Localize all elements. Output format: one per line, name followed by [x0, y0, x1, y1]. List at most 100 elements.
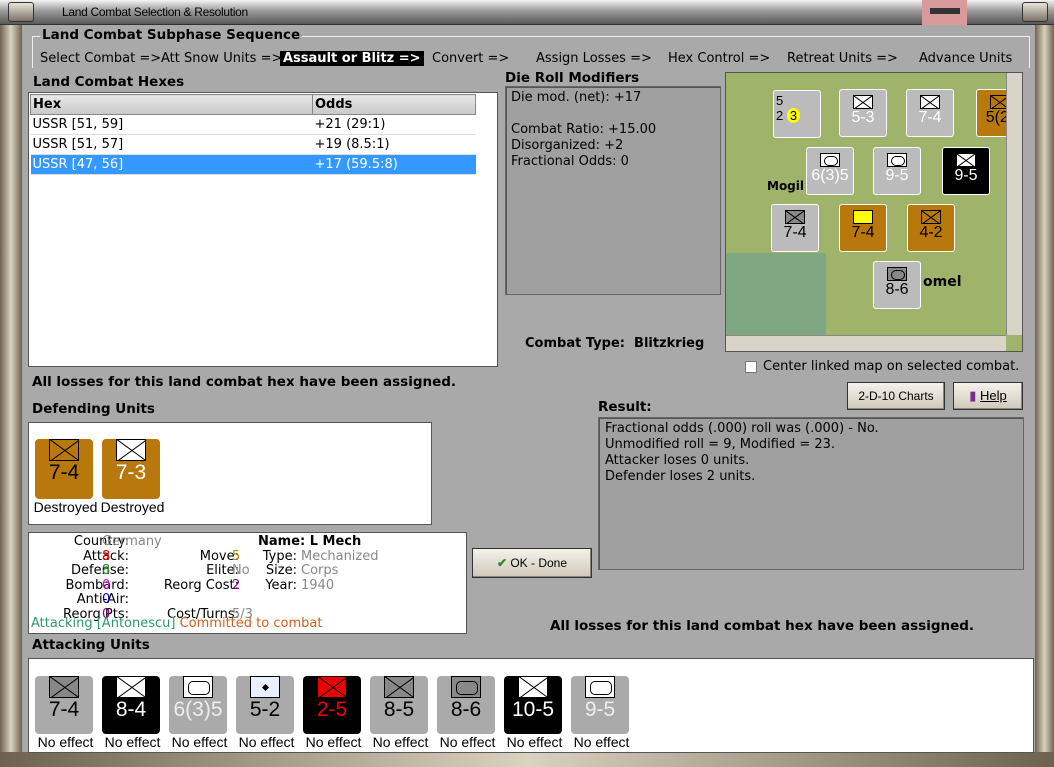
armor-icon: [887, 267, 907, 281]
table-row[interactable]: USSR [51, 59] +21 (29:1): [30, 114, 476, 135]
unit-status-line: Attacking [Antonescu] Committed to comba…: [31, 616, 323, 632]
step-select-combat: Select Combat =>: [40, 51, 162, 66]
map-counter[interactable]: 6(3)5: [806, 147, 854, 195]
unit-value: 7-4: [48, 698, 80, 721]
hexes-table: Hex Odds USSR [51, 59] +21 (29:1) USSR [51…: [30, 94, 476, 175]
infantry-icon: [49, 439, 79, 461]
combat-type-label: Combat Type:: [525, 336, 625, 351]
map-hscrollbar[interactable]: [726, 335, 1006, 351]
col-hex[interactable]: Hex: [30, 94, 313, 115]
combat-type-value: Blitzkrieg: [634, 336, 705, 351]
air-bottom: 2: [776, 108, 784, 123]
attacking-unit[interactable]: 8-6 No effect: [434, 668, 501, 750]
attacking-unit[interactable]: 7-4 No effect: [32, 668, 99, 750]
result-box: Fractional odds (.000) roll was (.000) -…: [598, 417, 1024, 570]
hex-cell: USSR [47, 56]: [30, 154, 313, 175]
step-assign-losses: Assign Losses =>: [536, 51, 652, 66]
unit-counter: 8-5: [370, 676, 428, 734]
mod-line: Combat Ratio: +15.00: [511, 122, 657, 137]
map-counter-combat[interactable]: 7-4: [839, 204, 887, 252]
unit-type-icon: [451, 676, 481, 698]
step-retreat: Retreat Units =>: [787, 51, 898, 66]
label: Type:: [262, 548, 297, 564]
unit-counter: 8-4: [102, 676, 160, 734]
unit-type-icon: [518, 676, 548, 698]
step-advance: Advance Units: [919, 51, 1013, 66]
unit-value: 5-2: [249, 698, 281, 721]
combat-icon: [853, 210, 873, 224]
unit-value: 6(3)5: [173, 698, 223, 721]
attacking-unit[interactable]: 9-5 No effect: [568, 668, 635, 750]
mod-line: [511, 106, 715, 122]
map-counter[interactable]: 9-5: [942, 147, 990, 195]
map-counter[interactable]: 5-3: [839, 89, 887, 137]
info-mid-values: 5 No 2 5/3: [232, 549, 253, 623]
map-vscrollbar[interactable]: [1006, 73, 1022, 335]
close-button[interactable]: [1022, 2, 1048, 22]
losses-message-top: All losses for this land combat hex have…: [32, 374, 457, 390]
unit-info-box: Country: Attack: Defense: Bombard: Anti-Air:…: [28, 532, 467, 634]
attacking-unit[interactable]: 5-2 No effect: [233, 668, 300, 750]
attacking-unit[interactable]: 6(3)5 No effect: [166, 668, 233, 750]
attacking-unit[interactable]: 8-5 No effect: [367, 668, 434, 750]
unit-status: No effect: [171, 734, 228, 750]
unit-type-icon: [116, 676, 146, 698]
unit-counter: 7-4: [35, 676, 93, 734]
info-right-labels: Type: Size: Year:: [261, 548, 297, 594]
hex-cell: USSR [51, 59]: [30, 114, 313, 135]
unit-type-icon: [384, 676, 414, 698]
mini-map[interactable]: 52 3 5-3 7-4 5(2) 6(3)5 9-5 9-5 7-4 7-4 …: [725, 72, 1023, 352]
window-title: Land Combat Selection & Resolution: [62, 5, 248, 19]
label: Year:: [265, 577, 297, 593]
subphase-title: Land Combat Subphase Sequence: [40, 27, 303, 43]
type-value: Mechanized: [301, 548, 379, 564]
map-label-mogilev: Mogil: [767, 179, 805, 193]
infantry-icon: [956, 153, 976, 167]
map-counter[interactable]: 7-4: [771, 204, 819, 252]
unit-value: 8-4: [115, 698, 147, 721]
size-value: Corps: [301, 563, 339, 578]
info-right-values: Mechanized Corps 1940: [301, 548, 379, 594]
help-book-icon: ▮: [969, 388, 977, 403]
table-row-selected[interactable]: USSR [47, 56] +17 (59.5:8): [30, 154, 476, 175]
charts-button[interactable]: 2-D-10 Charts: [847, 382, 945, 410]
center-map-checkbox[interactable]: [745, 361, 757, 373]
window-menu-button[interactable]: [8, 2, 34, 22]
unit-type-icon: [250, 676, 280, 698]
table-row[interactable]: USSR [51, 57] +19 (8.5:1): [30, 134, 476, 155]
infantry-icon: [853, 95, 873, 109]
defending-unit[interactable]: 7-3 Destroyed: [99, 431, 166, 515]
unit-status: No effect: [104, 734, 161, 750]
defending-unit[interactable]: 7-4 Destroyed: [32, 431, 99, 515]
unit-value: 2-5: [316, 698, 348, 721]
unit-counter: 2-5: [303, 676, 361, 734]
committed-status: Committed to combat: [179, 616, 323, 631]
unit-value: 9-5: [584, 698, 616, 721]
unit-counter: 9-5: [571, 676, 629, 734]
map-counter[interactable]: 8-6: [873, 261, 921, 309]
result-line: Attacker loses 0 units.: [605, 453, 750, 468]
armor-icon: [887, 153, 907, 167]
unit-counter: 10-5: [504, 676, 562, 734]
help-button[interactable]: ▮ Help: [953, 382, 1023, 410]
mod-line: Disorganized: +2: [511, 138, 624, 153]
unit-name: Name: L Mech: [258, 534, 362, 549]
unit-counter: 7-4: [35, 439, 93, 499]
air-unit-counter[interactable]: 52 3: [773, 90, 821, 138]
map-counter[interactable]: 9-5: [873, 147, 921, 195]
unit-counter: 8-6: [437, 676, 495, 734]
attacking-unit[interactable]: 2-5 No effect: [300, 668, 367, 750]
ok-done-button[interactable]: ✔ OK - Done: [472, 548, 592, 578]
infantry-icon: [785, 210, 805, 224]
step-att-snow: Att Snow Units =>: [161, 51, 283, 66]
attacking-unit[interactable]: 8-4 No effect: [99, 668, 166, 750]
unit-status: No effect: [506, 734, 563, 750]
map-counter[interactable]: 4-2: [907, 204, 955, 252]
reorg-cost-value: 2: [232, 577, 241, 593]
unit-type-icon: [585, 676, 615, 698]
map-counter[interactable]: 7-4: [906, 89, 954, 137]
unit-value: 8-6: [450, 698, 482, 721]
attacking-unit[interactable]: 10-5 No effect: [501, 668, 568, 750]
unit-status: No effect: [37, 734, 94, 750]
col-odds[interactable]: Odds: [312, 94, 476, 115]
